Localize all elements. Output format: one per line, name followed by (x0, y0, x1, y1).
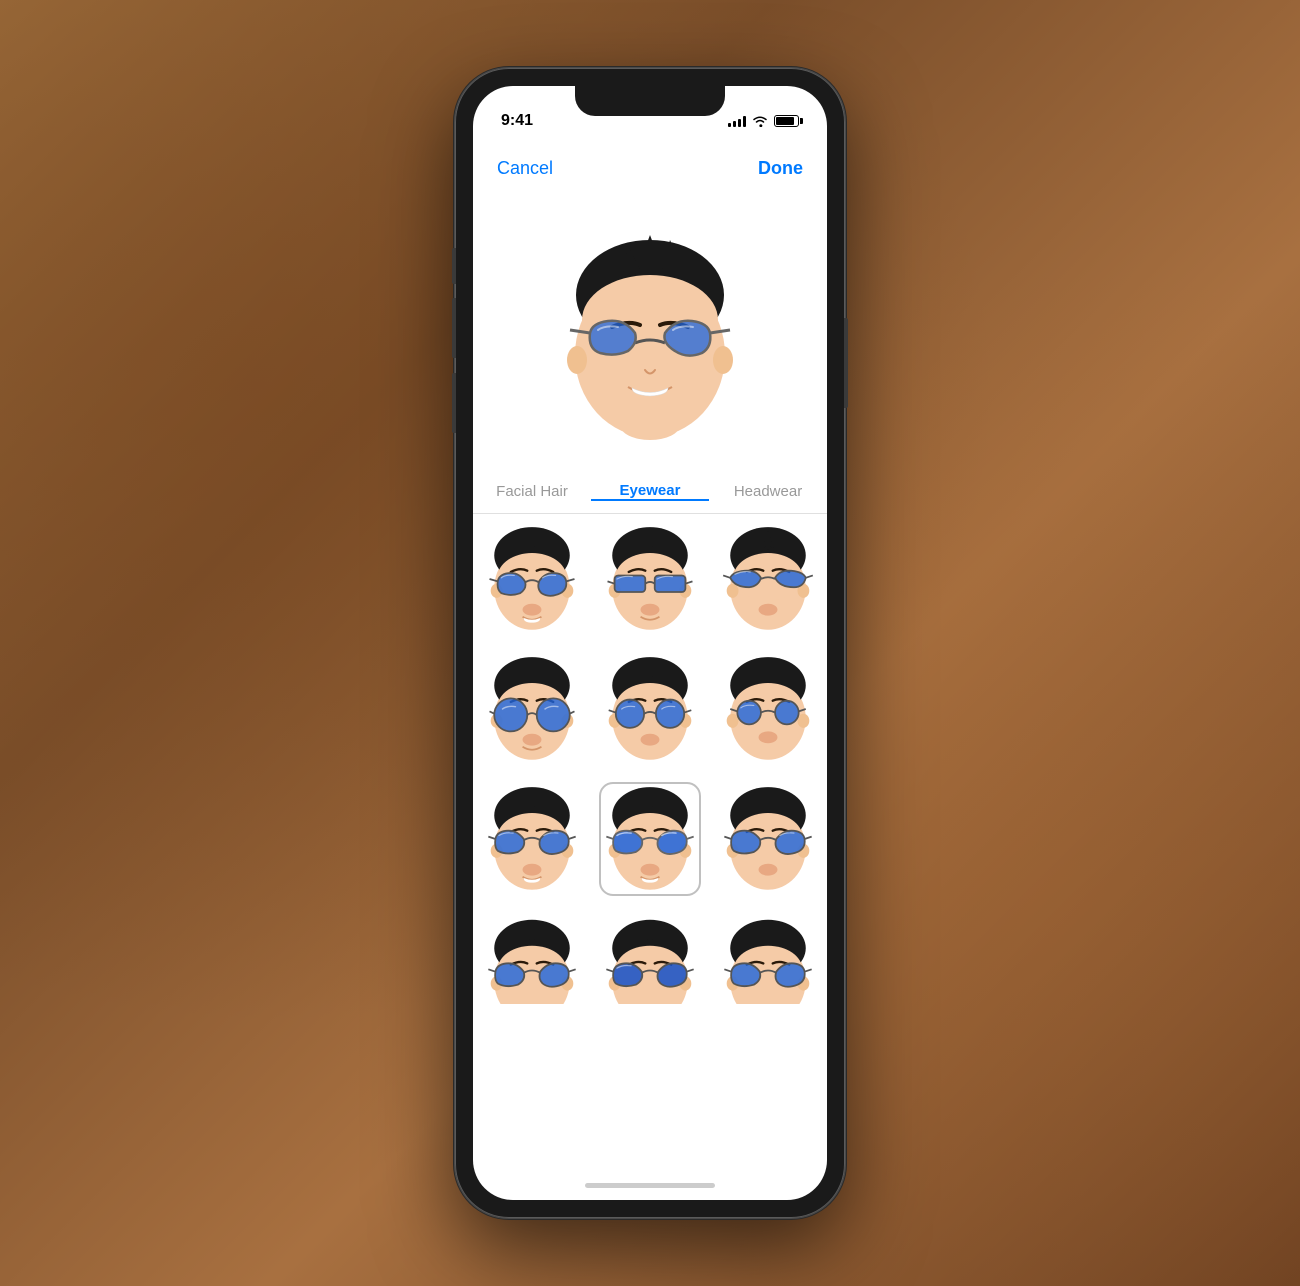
list-item[interactable] (473, 644, 591, 774)
memoji-face (473, 774, 591, 904)
memoji-face (709, 774, 827, 904)
list-item[interactable] (591, 644, 709, 774)
list-item[interactable] (591, 904, 709, 1004)
nav-bar: Cancel Done (473, 146, 827, 190)
tab-headwear[interactable]: Headwear (709, 483, 827, 500)
battery-fill (776, 117, 794, 125)
volume-silent-button (452, 248, 456, 284)
notch (575, 86, 725, 116)
memoji-face (591, 514, 709, 644)
phone-wrapper: 9:41 (455, 68, 845, 1218)
memoji-face (473, 904, 591, 1004)
main-avatar (540, 215, 760, 445)
status-time: 9:41 (501, 112, 533, 130)
signal-bars-icon (728, 115, 746, 127)
list-item[interactable] (709, 774, 827, 904)
volume-up-button (452, 298, 456, 358)
done-button[interactable]: Done (758, 158, 803, 179)
memoji-face (591, 904, 709, 1004)
cancel-button[interactable]: Cancel (497, 158, 553, 179)
tab-facial-hair[interactable]: Facial Hair (473, 483, 591, 500)
list-item[interactable] (473, 514, 591, 644)
memoji-face-selected (591, 774, 709, 904)
memoji-face (473, 514, 591, 644)
memoji-face (709, 644, 827, 774)
battery-icon (774, 115, 799, 127)
memoji-face (709, 904, 827, 1004)
memoji-face (591, 644, 709, 774)
signal-bar-3 (738, 119, 741, 127)
wifi-icon (752, 115, 768, 127)
phone-frame: 9:41 (455, 68, 845, 1218)
list-item[interactable] (473, 774, 591, 904)
power-button (844, 318, 848, 408)
memoji-face (709, 514, 827, 644)
phone-screen: 9:41 (473, 86, 827, 1200)
signal-bar-1 (728, 123, 731, 127)
avatar-preview (473, 190, 827, 470)
list-item[interactable] (709, 644, 827, 774)
list-item[interactable] (591, 514, 709, 644)
list-item[interactable] (473, 904, 591, 1004)
tab-eyewear[interactable]: Eyewear (591, 482, 709, 501)
signal-bar-4 (743, 116, 746, 127)
category-tabs: Facial Hair Eyewear Headwear (473, 470, 827, 514)
home-indicator (585, 1183, 715, 1188)
memoji-face (473, 644, 591, 774)
list-item[interactable] (709, 514, 827, 644)
emoji-grid (473, 514, 827, 1004)
list-item[interactable] (709, 904, 827, 1004)
signal-bar-2 (733, 121, 736, 127)
status-icons (728, 115, 799, 127)
volume-down-button (452, 373, 456, 433)
list-item-selected[interactable] (591, 774, 709, 904)
